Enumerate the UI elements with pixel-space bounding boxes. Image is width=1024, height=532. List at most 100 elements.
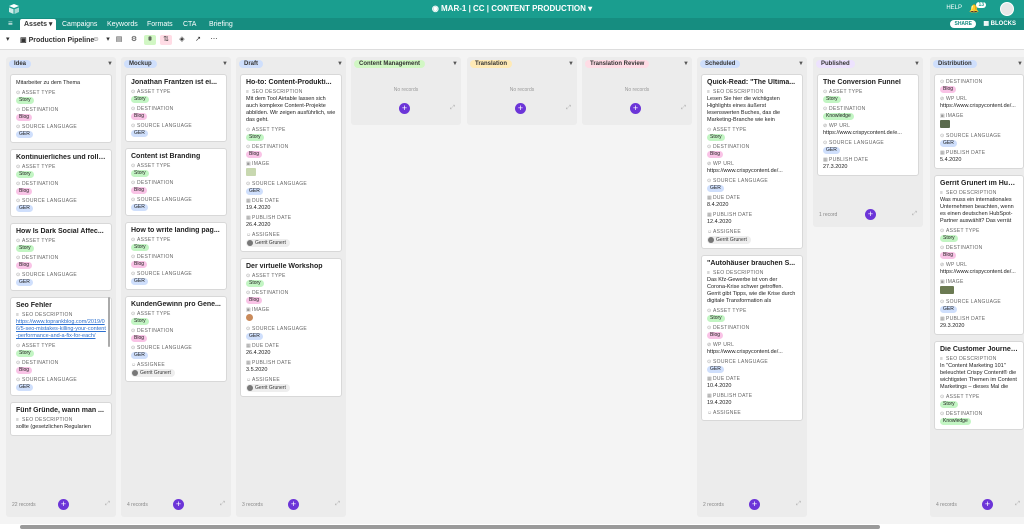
horizontal-scrollbar[interactable] bbox=[20, 525, 880, 529]
field-label: ☺ASSIGNEE bbox=[707, 410, 741, 416]
collaborators-icon[interactable]: ☺ bbox=[90, 35, 102, 45]
base-title[interactable]: ◉ MAR-1 | CC | CONTENT PRODUCTION ▾ bbox=[0, 4, 1024, 13]
record-card[interactable]: Die Customer Journey | ... ≡ SEO DESCRIPT… bbox=[934, 341, 1024, 430]
help-link[interactable]: HELP bbox=[946, 5, 962, 11]
add-record-button[interactable]: + bbox=[630, 103, 641, 114]
share-view-icon[interactable]: ↗ bbox=[192, 35, 204, 45]
record-card[interactable]: Ho-to: Content-Produkti... ≡ SEO DESCRIPT… bbox=[240, 74, 342, 252]
record-card[interactable]: KundenGewinn pro Gene... ⊙ ASSET TYPE Sto… bbox=[125, 296, 227, 382]
field-tag: GER bbox=[16, 205, 33, 212]
tab-keywords[interactable]: Keywords bbox=[103, 19, 142, 30]
field-tag: Story bbox=[131, 96, 149, 103]
expand-icon[interactable]: ⤢ bbox=[912, 211, 917, 218]
sort-icon[interactable]: ⇅ bbox=[160, 35, 172, 45]
tab-campaigns[interactable]: Campaigns bbox=[58, 19, 101, 30]
field-value: 19.4.2020 bbox=[707, 400, 732, 406]
expand-icon[interactable]: ⤢ bbox=[220, 501, 225, 508]
field-label: ⊘ WP URL bbox=[707, 161, 735, 167]
expand-icon[interactable]: ⤢ bbox=[335, 501, 340, 508]
more-options-icon[interactable]: ⋯ bbox=[208, 35, 220, 45]
add-record-button[interactable]: + bbox=[173, 499, 184, 510]
stack-icon[interactable]: ▤ bbox=[113, 35, 125, 45]
field-value: Was muss ein internationales Unternehmen… bbox=[940, 197, 1014, 224]
record-card[interactable]: Seo Fehler ≡ SEO DESCRIPTION https://www.… bbox=[10, 297, 112, 396]
share-button[interactable]: SHARE bbox=[950, 20, 976, 28]
record-card[interactable]: Jonathan Frantzen ist ei... ⊙ ASSET TYPE … bbox=[125, 74, 227, 142]
field-label: ☺ASSIGNEE bbox=[707, 229, 741, 235]
record-card[interactable]: How to write landing pag... ⊙ ASSET TYPE … bbox=[125, 222, 227, 290]
field-label: ≡ SEO DESCRIPTION bbox=[940, 356, 997, 362]
assignee-chip: Gerrit Grunert bbox=[131, 369, 175, 377]
field-tag: Blog bbox=[16, 367, 33, 374]
record-card[interactable]: The Conversion Funnel ⊙ ASSET TYPE Story … bbox=[817, 74, 919, 176]
record-card[interactable]: Kontinuierliches und rolli... ⊙ ASSET TYP… bbox=[10, 149, 112, 217]
chevron-down-icon[interactable]: ▼ bbox=[337, 61, 343, 67]
record-card[interactable]: Content ist Branding ⊙ ASSET TYPE Story ⊙… bbox=[125, 148, 227, 216]
field-tag: GER bbox=[707, 366, 724, 373]
chevron-down-icon[interactable]: ▼ bbox=[107, 61, 113, 67]
field-tag: Blog bbox=[246, 151, 263, 158]
chevron-down-icon[interactable]: ▼ bbox=[568, 61, 574, 67]
chevron-down-icon[interactable]: ▼ bbox=[914, 61, 920, 67]
seo-link[interactable]: https://www.toprankblog.com/2019/06/5-se… bbox=[16, 319, 106, 340]
record-card[interactable]: Gerrit Grunert im HubSp... ≡SEO DESCRIPT… bbox=[934, 175, 1024, 335]
record-card[interactable]: How Is Dark Social Affec... ⊙ ASSET TYPE … bbox=[10, 223, 112, 291]
blocks-button[interactable]: ▦ BLOCKS bbox=[983, 20, 1016, 27]
field-tag: Story bbox=[246, 134, 264, 141]
add-record-button[interactable]: + bbox=[865, 209, 876, 220]
column-scrollbar[interactable] bbox=[108, 297, 110, 347]
tab-assets[interactable]: Assets ▾ bbox=[20, 19, 57, 30]
record-card[interactable]: Fünf Gründe, wann man ... ≡ SEO DESCRIPTI… bbox=[10, 402, 112, 436]
view-switcher-icon[interactable]: ▾ bbox=[6, 35, 10, 43]
tab-formats[interactable]: Formats bbox=[143, 19, 177, 30]
expand-icon[interactable]: ⤢ bbox=[1015, 501, 1020, 508]
add-record-button[interactable]: + bbox=[58, 499, 69, 510]
add-record-button[interactable]: + bbox=[982, 499, 993, 510]
chevron-down-icon[interactable]: ▼ bbox=[452, 61, 458, 67]
column-translation-review: Translation Review ▼ No records + ⤢ bbox=[582, 57, 692, 125]
record-card[interactable]: Der virtuelle Workshop ⊙ ASSET TYPE Story… bbox=[240, 258, 342, 397]
field-tag: Story bbox=[707, 134, 725, 141]
field-label: ⊙ DESTINATION bbox=[131, 254, 174, 260]
add-record-button[interactable]: + bbox=[749, 499, 760, 510]
add-record-button[interactable]: + bbox=[515, 103, 526, 114]
expand-icon[interactable]: ⤢ bbox=[681, 105, 686, 112]
chevron-down-icon[interactable]: ▼ bbox=[798, 61, 804, 67]
field-tag: Blog bbox=[131, 187, 148, 194]
field-value: https://www.crispycontent.de/... bbox=[707, 349, 783, 355]
field-label: ⊙ ASSET TYPE bbox=[16, 238, 56, 244]
record-card[interactable]: "Autohäuser brauchen S... ≡ SEO DESCRIPTI… bbox=[701, 255, 803, 421]
chevron-down-icon[interactable]: ▼ bbox=[222, 61, 228, 67]
card-title: Jonathan Frantzen ist ei... bbox=[131, 79, 217, 86]
field-tag: GER bbox=[16, 131, 33, 138]
record-count: 4 records bbox=[936, 502, 957, 508]
field-value: 12.4.2020 bbox=[707, 219, 732, 225]
settings-icon[interactable]: ⚙ bbox=[128, 35, 140, 45]
expand-icon[interactable]: ⤢ bbox=[450, 105, 455, 112]
view-name[interactable]: ▣ Production Pipeline bbox=[20, 36, 94, 44]
field-label: ⊙ DESTINATION bbox=[16, 181, 59, 187]
expand-icon[interactable]: ⤢ bbox=[105, 501, 110, 508]
tab-cta[interactable]: CTA bbox=[179, 19, 200, 30]
field-value: 3.5.2020 bbox=[246, 367, 268, 373]
record-card[interactable]: ⊙ DESTINATION Blog ⊘ WP URL https://www.cr… bbox=[934, 74, 1024, 169]
user-avatar[interactable] bbox=[1000, 2, 1014, 16]
expand-icon[interactable]: ⤢ bbox=[796, 501, 801, 508]
field-label: ☺ASSIGNEE bbox=[246, 377, 280, 383]
add-record-button[interactable]: + bbox=[399, 103, 410, 114]
chevron-down-icon[interactable]: ▼ bbox=[683, 61, 689, 67]
field-tag: Blog bbox=[16, 188, 33, 195]
card-title: KundenGewinn pro Gene... bbox=[131, 301, 221, 308]
field-value: 5.4.2020 bbox=[940, 157, 962, 163]
filter-icon[interactable]: ⩩ bbox=[144, 35, 156, 45]
record-card[interactable]: Mitarbeiter zu dem Thema ⊙ ASSET TYPE Sto… bbox=[10, 74, 112, 143]
color-icon[interactable]: ◈ bbox=[176, 35, 188, 45]
tab-briefing[interactable]: Briefing bbox=[205, 19, 237, 30]
field-label: ▦PUBLISH DATE bbox=[940, 150, 986, 156]
field-tag: GER bbox=[940, 140, 957, 147]
chevron-down-icon[interactable]: ▼ bbox=[1017, 61, 1023, 67]
hamburger-menu-icon[interactable]: ≡ bbox=[8, 19, 13, 28]
expand-icon[interactable]: ⤢ bbox=[566, 105, 571, 112]
record-card[interactable]: Quick-Read: "The Ultima... ≡ SEO DESCRIPT… bbox=[701, 74, 803, 249]
add-record-button[interactable]: + bbox=[288, 499, 299, 510]
